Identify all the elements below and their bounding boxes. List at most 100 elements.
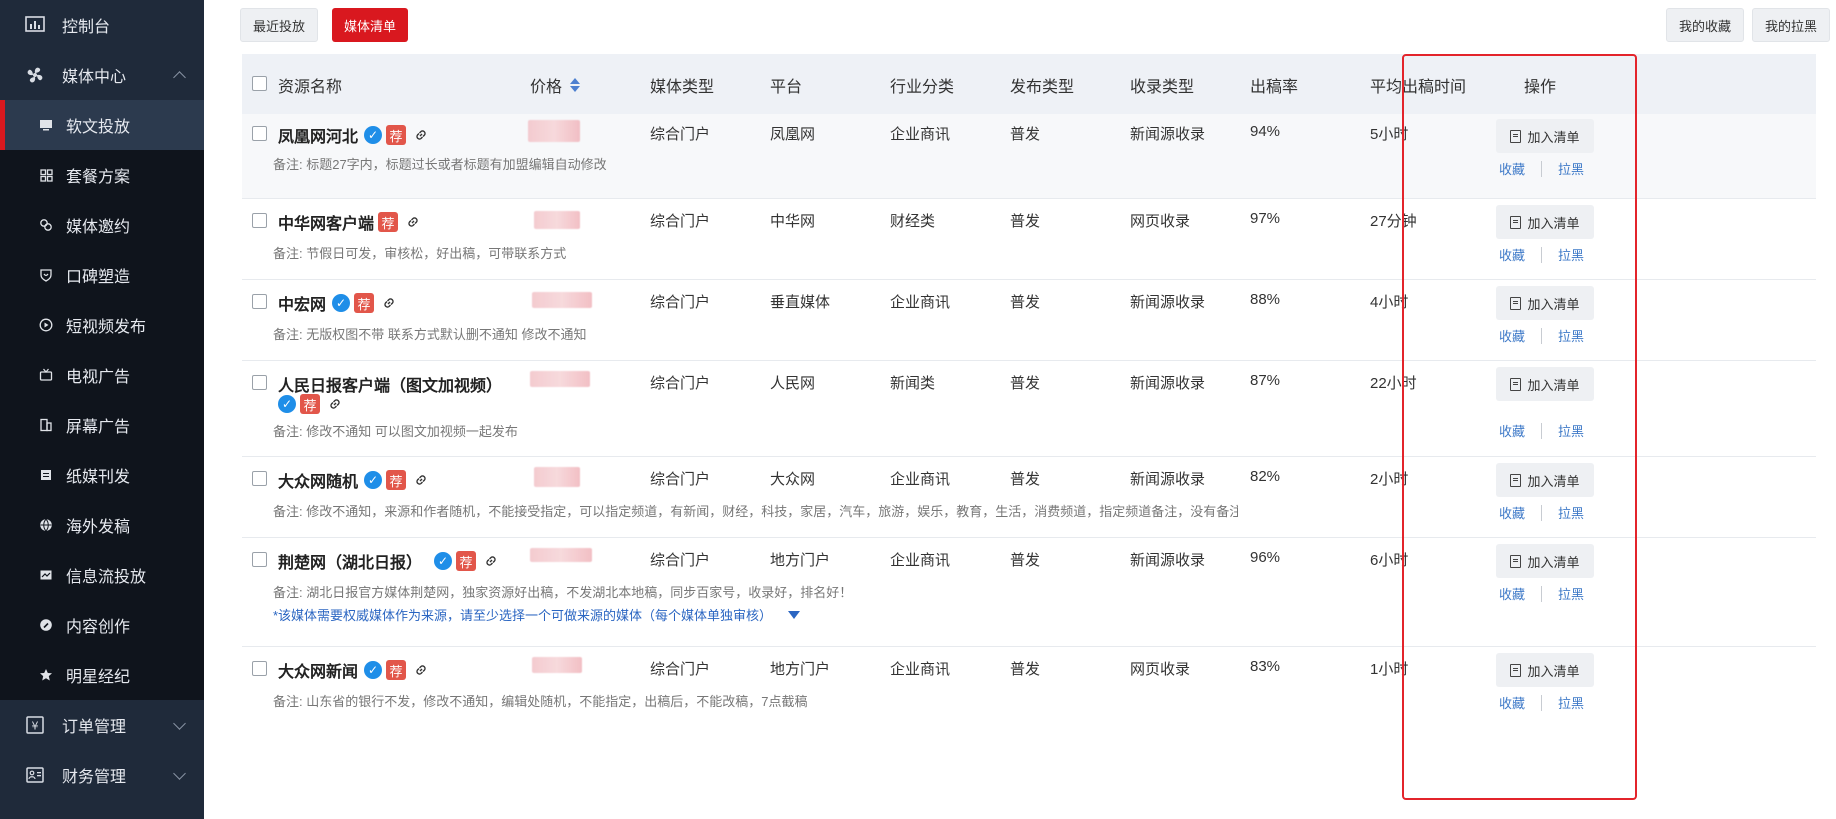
favorite-link[interactable]: 收藏 (1499, 421, 1525, 440)
header-name: 资源名称 (278, 79, 343, 96)
row-note: 备注: 无版权图不带 联系方式默认删不通知 修改不通知 (273, 327, 587, 342)
row-note: 备注: 修改不通知 可以图文加视频一起发布 (273, 424, 518, 439)
sidebar-group-finance[interactable]: 财务管理 (0, 750, 204, 800)
avg-time: 27分钟 (1370, 213, 1417, 230)
avg-time: 5小时 (1370, 126, 1409, 143)
index-type: 网页收录 (1130, 661, 1191, 678)
sidebar-item-overseas[interactable]: 海外发稿 (0, 500, 204, 550)
recommend-badge: 荐 (456, 551, 477, 571)
resource-name[interactable]: 大众网随机 ✓ 荐 (278, 468, 430, 492)
add-to-list-button[interactable]: 加入清单 (1496, 463, 1594, 497)
avg-time: 1小时 (1370, 661, 1409, 678)
media-list-button[interactable]: 媒体清单 (332, 8, 409, 42)
sidebar-item-tv-ads[interactable]: 电视广告 (0, 350, 204, 400)
sidebar-item-invitation[interactable]: 媒体邀约 (0, 200, 204, 250)
header-price[interactable]: 价格 (530, 73, 581, 97)
resource-name[interactable]: 大众网新闻 ✓ 荐 (278, 658, 430, 682)
verified-icon: ✓ (434, 552, 453, 570)
link-icon[interactable] (412, 126, 430, 144)
sidebar-item-celebrity[interactable]: 明星经纪 (0, 650, 204, 700)
resource-name-text: 大众网新闻 (278, 664, 359, 681)
row-checkbox[interactable] (252, 375, 267, 390)
price-blurred (534, 467, 580, 487)
row-ops: 收藏 拉黑 (1499, 421, 1584, 440)
add-to-list-button[interactable]: 加入清单 (1496, 205, 1594, 239)
block-link[interactable]: 拉黑 (1558, 245, 1584, 264)
resource-name[interactable]: 中华网客户端 荐 (278, 210, 422, 234)
select-all-checkbox[interactable] (252, 76, 267, 91)
sidebar-group-media-center[interactable]: 媒体中心 (0, 50, 204, 100)
link-icon[interactable] (326, 395, 344, 413)
row-checkbox[interactable] (252, 661, 267, 676)
document-icon (1510, 473, 1522, 487)
block-link[interactable]: 拉黑 (1558, 421, 1584, 440)
sidebar-item-short-video[interactable]: 短视频发布 (0, 300, 204, 350)
sidebar-item-label: 海外发稿 (66, 519, 131, 536)
header-ops: 操作 (1524, 79, 1557, 96)
link-icon[interactable] (404, 213, 422, 231)
add-to-list-button[interactable]: 加入清单 (1496, 653, 1594, 687)
favorite-link[interactable]: 收藏 (1499, 503, 1525, 522)
resource-name[interactable]: 中宏网 ✓ 荐 (278, 291, 398, 315)
row-checkbox[interactable] (252, 471, 267, 486)
favorite-link[interactable]: 收藏 (1499, 584, 1525, 603)
recommend-badge: 荐 (378, 212, 399, 232)
block-link[interactable]: 拉黑 (1558, 159, 1584, 178)
sidebar-item-reputation[interactable]: 口碑塑造 (0, 250, 204, 300)
sidebar-item-content-creation[interactable]: 内容创作 (0, 600, 204, 650)
row-ops: 收藏 拉黑 (1499, 245, 1584, 264)
favorite-link[interactable]: 收藏 (1499, 159, 1525, 178)
resource-name[interactable]: 人民日报客户端（图文加视频） (278, 372, 502, 396)
sidebar-item-packages[interactable]: 套餐方案 (0, 150, 204, 200)
rate: 82% (1250, 468, 1281, 485)
add-to-list-button[interactable]: 加入清单 (1496, 367, 1594, 401)
my-favorites-button[interactable]: 我的收藏 (1666, 8, 1745, 42)
platform: 地方门户 (770, 661, 831, 678)
grid-icon (38, 167, 54, 183)
resource-name[interactable]: 荆楚网（湖北日报） ✓ 荐 (278, 549, 500, 573)
sidebar-item-label: 媒体中心 (62, 69, 127, 86)
favorite-link[interactable]: 收藏 (1499, 693, 1525, 712)
sort-icon[interactable] (570, 78, 581, 92)
favorite-link[interactable]: 收藏 (1499, 326, 1525, 345)
row-checkbox[interactable] (252, 552, 267, 567)
block-link[interactable]: 拉黑 (1558, 503, 1584, 522)
link-icon[interactable] (412, 471, 430, 489)
sidebar-item-print-media[interactable]: 纸媒刊发 (0, 450, 204, 500)
add-to-list-button[interactable]: 加入清单 (1496, 544, 1594, 578)
add-to-list-label: 加入清单 (1527, 554, 1580, 570)
resource-badges: ✓ 荐 (272, 394, 344, 414)
link-icon[interactable] (380, 294, 398, 312)
my-blacklist-button[interactable]: 我的拉黑 (1752, 8, 1831, 42)
link-icon[interactable] (482, 552, 500, 570)
sidebar-item-dashboard[interactable]: 控制台 (0, 0, 204, 50)
recent-placement-button[interactable]: 最近投放 (240, 8, 319, 42)
industry: 企业商讯 (890, 552, 951, 569)
sidebar-item-screen-ads[interactable]: 屏幕广告 (0, 400, 204, 450)
table-row: 中宏网 ✓ 荐 综合门户 垂直媒体 企业商讯 普发 新闻源收录 88% 4小时 … (242, 280, 1816, 361)
source-notice[interactable]: *该媒体需要权威媒体作为来源，请至少选择一个可做来源的媒体（每个媒体单独审核） (273, 605, 801, 624)
sidebar-group-orders[interactable]: ¥ 订单管理 (0, 700, 204, 750)
row-checkbox[interactable] (252, 213, 267, 228)
verified-icon: ✓ (364, 661, 383, 679)
price-blurred (532, 292, 592, 308)
add-to-list-button[interactable]: 加入清单 (1496, 119, 1594, 153)
sidebar-item-feed-ads[interactable]: 信息流投放 (0, 550, 204, 600)
avg-time: 22小时 (1370, 375, 1417, 392)
block-link[interactable]: 拉黑 (1558, 584, 1584, 603)
block-link[interactable]: 拉黑 (1558, 326, 1584, 345)
row-checkbox[interactable] (252, 294, 267, 309)
chevron-up-icon (173, 71, 186, 84)
block-link[interactable]: 拉黑 (1558, 693, 1584, 712)
link-icon[interactable] (412, 661, 430, 679)
sidebar: 控制台 媒体中心 软文投放 套餐方案 媒体邀约 口碑塑造 短视频发布 电视广告 … (0, 0, 204, 819)
resource-name[interactable]: 凤凰网河北 ✓ 荐 (278, 123, 430, 147)
favorite-link[interactable]: 收藏 (1499, 245, 1525, 264)
avg-time: 2小时 (1370, 471, 1409, 488)
add-to-list-button[interactable]: 加入清单 (1496, 286, 1594, 320)
sidebar-item-soft-article[interactable]: 软文投放 (0, 100, 204, 150)
row-checkbox[interactable] (252, 126, 267, 141)
media-type: 综合门户 (650, 552, 711, 569)
chevron-down-icon (173, 767, 186, 780)
media-type: 综合门户 (650, 471, 711, 488)
